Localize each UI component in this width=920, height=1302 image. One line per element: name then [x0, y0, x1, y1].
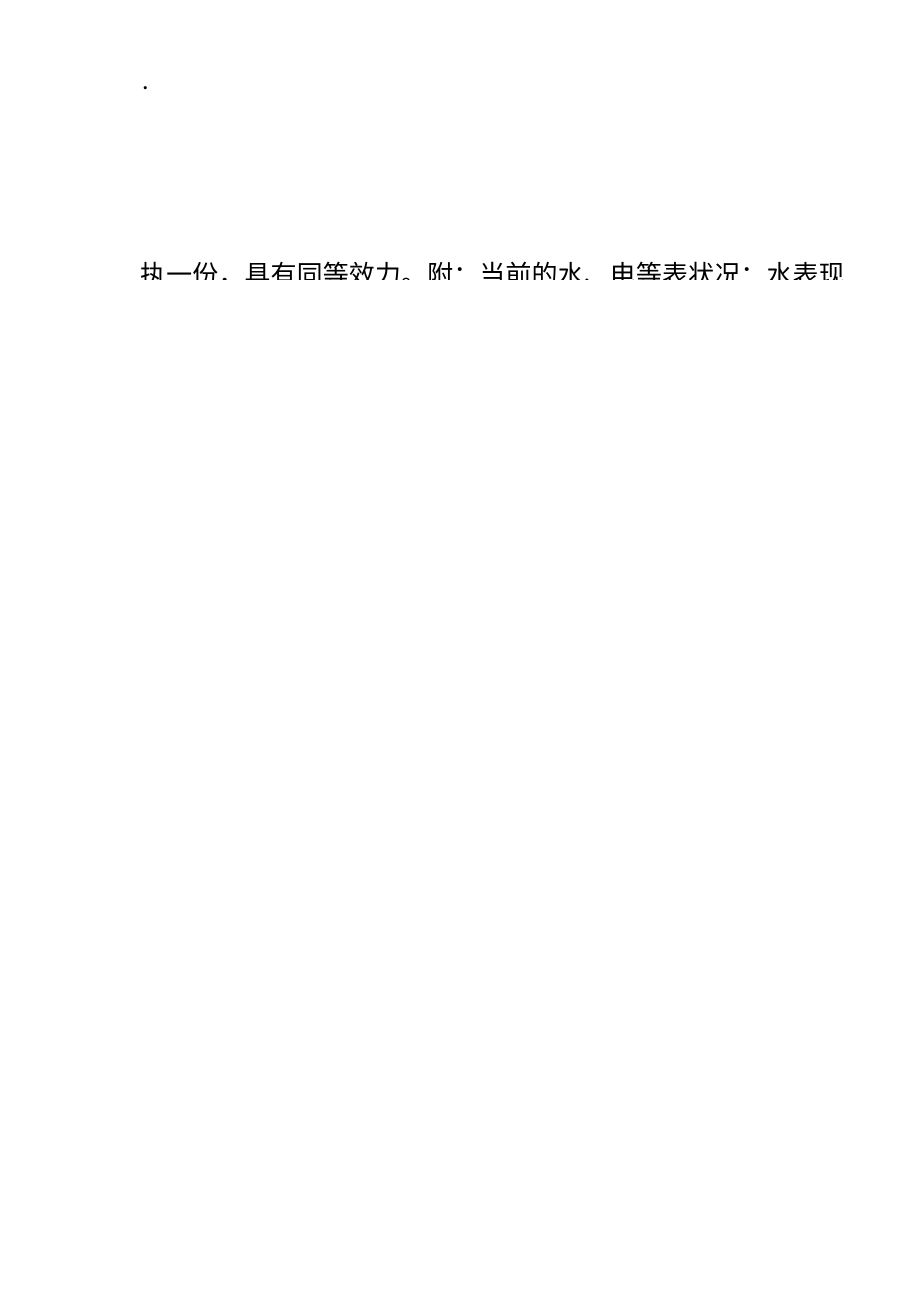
blank-page-remainder: [0, 280, 920, 1302]
stray-punctuation-mark: .: [142, 66, 149, 95]
document-page: . 执一份，具有同等效力。 附：当前的水、电等表状况：水表现 为： 度;电表现为…: [0, 0, 920, 1302]
